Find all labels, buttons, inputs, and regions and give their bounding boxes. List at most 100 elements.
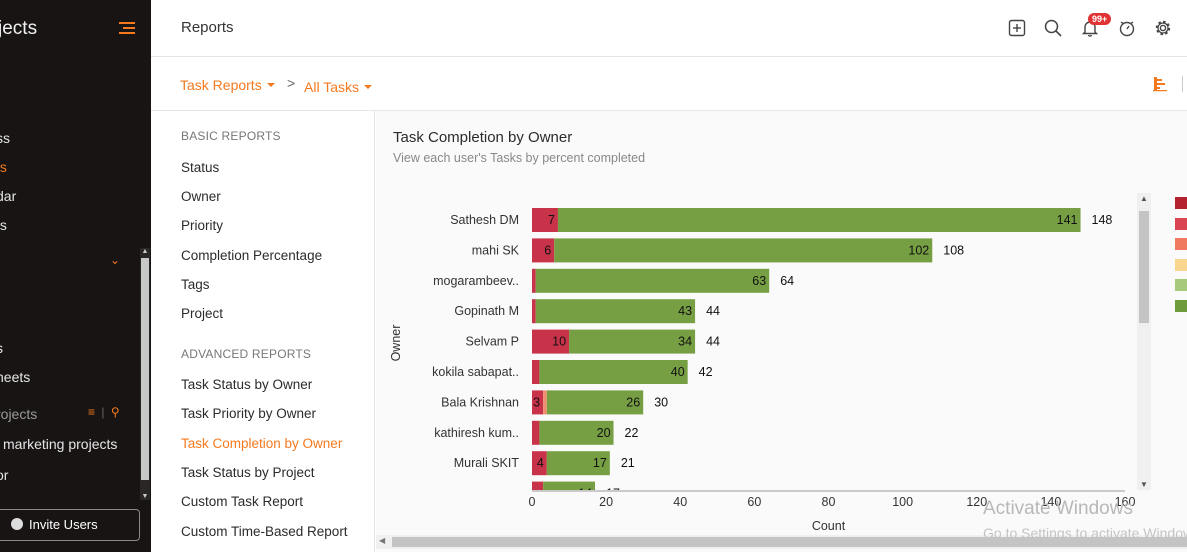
x-tick-label: 100 — [892, 495, 913, 509]
menu-item-completion-percentage[interactable]: Completion Percentage — [181, 248, 322, 263]
owner-label: kathiresh kum.. — [434, 426, 519, 440]
chevron-down-icon[interactable]: ⌄ — [110, 253, 120, 267]
bar-value-label: 63 — [752, 274, 766, 288]
bar-total-label: 21 — [621, 456, 635, 470]
x-tick-label: 40 — [673, 495, 687, 509]
breadcrumb: Task Reports > All Tasks — [151, 57, 1187, 111]
sidebar-item-reports[interactable]: ts — [0, 159, 7, 175]
caret-down-icon — [363, 85, 372, 89]
sidebar-item-calendar[interactable]: dar — [0, 188, 16, 204]
sidebar-item-4[interactable]: ts — [0, 217, 7, 233]
report-subtitle: View each user's Tasks by percent comple… — [393, 151, 646, 165]
bar-value-label: 43 — [678, 304, 692, 318]
sidebar-scrollbar[interactable]: ▲ ▼ — [140, 248, 150, 500]
x-axis-label: Count — [812, 519, 846, 533]
bar-value-label: 3 — [533, 395, 540, 409]
bar-value-label: 6 — [544, 243, 551, 257]
owner-label: mogarambeev.. — [433, 274, 519, 288]
owner-label: Bala Krishnan — [441, 395, 519, 409]
x-tick-label: 20 — [599, 495, 613, 509]
reports-menu: BASIC REPORTS Status Owner Priority Comp… — [151, 111, 375, 552]
search-icon[interactable] — [1043, 18, 1063, 38]
owner-label: Sathesh DM — [450, 213, 519, 227]
y-axis-label: Owner — [389, 325, 403, 362]
basic-reports-heading: BASIC REPORTS — [181, 129, 281, 143]
menu-item-custom-time-based-report[interactable]: Custom Time-Based Report — [181, 524, 348, 539]
task-filter-dropdown[interactable]: All Tasks — [304, 79, 372, 95]
bar-value-label: 102 — [908, 243, 929, 257]
bar-value-label: 40 — [671, 365, 685, 379]
notification-badge: 99+ — [1088, 13, 1112, 25]
chart-view-icon[interactable] — [1152, 76, 1168, 92]
bar-value-label: 141 — [1057, 213, 1078, 227]
bar-total-label: 44 — [706, 304, 720, 318]
top-header: Reports 99+ — [151, 0, 1187, 57]
menu-item-owner[interactable]: Owner — [181, 189, 221, 204]
filter-icon[interactable]: ≡ — [88, 405, 95, 419]
bar-segment — [532, 268, 536, 293]
gear-icon[interactable] — [1153, 18, 1173, 38]
app-brand: jects — [0, 18, 38, 39]
bar-value-label: 4 — [537, 456, 544, 470]
menu-item-task-priority-by-owner[interactable]: Task Priority by Owner — [181, 406, 316, 421]
report-chart-panel: Sathesh DM 7 141 148 mahi SK 6 102 108 mogarambe… — [376, 111, 1187, 552]
owner-label: Murali SKIT — [454, 456, 520, 470]
breadcrumb-separator: > — [287, 75, 296, 91]
app-sidebar: jects ss ts dar ts ⌄ s heets rojects ≡ |… — [0, 0, 151, 552]
windows-activation-watermark: Activate Windows — [983, 498, 1133, 519]
bar-value-label: 10 — [552, 335, 566, 349]
menu-item-priority[interactable]: Priority — [181, 218, 223, 233]
bar-segment — [539, 360, 688, 384]
menu-item-task-status-by-project[interactable]: Task Status by Project — [181, 465, 315, 480]
sidebar-item-5[interactable]: s — [0, 340, 3, 356]
legend-swatch[interactable] — [1175, 279, 1187, 291]
bar-segment — [535, 268, 770, 293]
legend-swatch[interactable] — [1175, 258, 1187, 271]
sidebar-projects-heading: rojects — [0, 406, 38, 422]
invite-users-button[interactable]: Invite Users — [0, 509, 140, 541]
report-type-dropdown[interactable]: Task Reports — [180, 77, 275, 93]
x-tick-label: 80 — [822, 495, 836, 509]
bar-total-label: 108 — [943, 243, 964, 257]
menu-item-project[interactable]: Project — [181, 306, 223, 321]
x-tick-label: 0 — [529, 495, 536, 509]
menu-item-tags[interactable]: Tags — [181, 277, 210, 292]
menu-item-task-status-by-owner[interactable]: Task Status by Owner — [181, 377, 312, 392]
legend-swatch[interactable] — [1175, 217, 1187, 230]
advanced-reports-heading: ADVANCED REPORTS — [181, 347, 312, 361]
bar-total-label: 64 — [780, 274, 794, 288]
sidebar-item-9[interactable]: or — [0, 467, 8, 483]
bar-total-label: 30 — [654, 395, 668, 409]
bar-segment — [532, 360, 540, 384]
owner-label: mahi SK — [472, 243, 520, 257]
legend-swatch[interactable] — [1175, 197, 1187, 209]
bar-value-label: 26 — [626, 395, 640, 409]
owner-label: kokila sabapat.. — [432, 365, 519, 379]
report-title: Task Completion by Owner — [393, 129, 573, 146]
bar-segment — [557, 208, 1081, 232]
bar-segment — [543, 481, 596, 490]
menu-item-custom-task-report[interactable]: Custom Task Report — [181, 494, 303, 509]
legend-swatch[interactable] — [1175, 299, 1187, 312]
sidebar-item-timesheets[interactable]: heets — [0, 369, 30, 385]
search-icon[interactable]: ⚲ — [111, 405, 120, 419]
bar-segment — [543, 390, 547, 415]
owner-label: Selvam P — [466, 335, 520, 349]
bar-value-label: 14 — [578, 487, 592, 501]
project-tools: ≡ | ⚲ — [88, 405, 120, 419]
add-icon[interactable] — [1007, 18, 1027, 38]
chart: Sathesh DM 7 141 148 mahi SK 6 102 108 mogarambe… — [389, 208, 1135, 533]
timer-icon[interactable] — [1117, 18, 1137, 38]
chart-vertical-scrollbar[interactable]: ▲ ▼ — [1137, 193, 1151, 490]
menu-item-task-completion-by-owner[interactable]: Task Completion by Owner — [181, 436, 342, 451]
windows-activation-watermark-sub: Go to Settings to activate Windows. — [983, 525, 1187, 541]
menu-toggle-icon[interactable] — [119, 22, 135, 37]
sidebar-item-project[interactable]: l marketing projects — [0, 436, 117, 452]
owner-label: Gopinath M — [454, 304, 519, 318]
bar-total-label: 148 — [1092, 213, 1113, 227]
menu-item-status[interactable]: Status — [181, 160, 219, 175]
sidebar-item-1[interactable]: ss — [0, 130, 10, 146]
legend-swatch[interactable] — [1175, 238, 1187, 250]
bar-value-label: 34 — [678, 335, 692, 349]
bar-value-label: 20 — [597, 426, 611, 440]
